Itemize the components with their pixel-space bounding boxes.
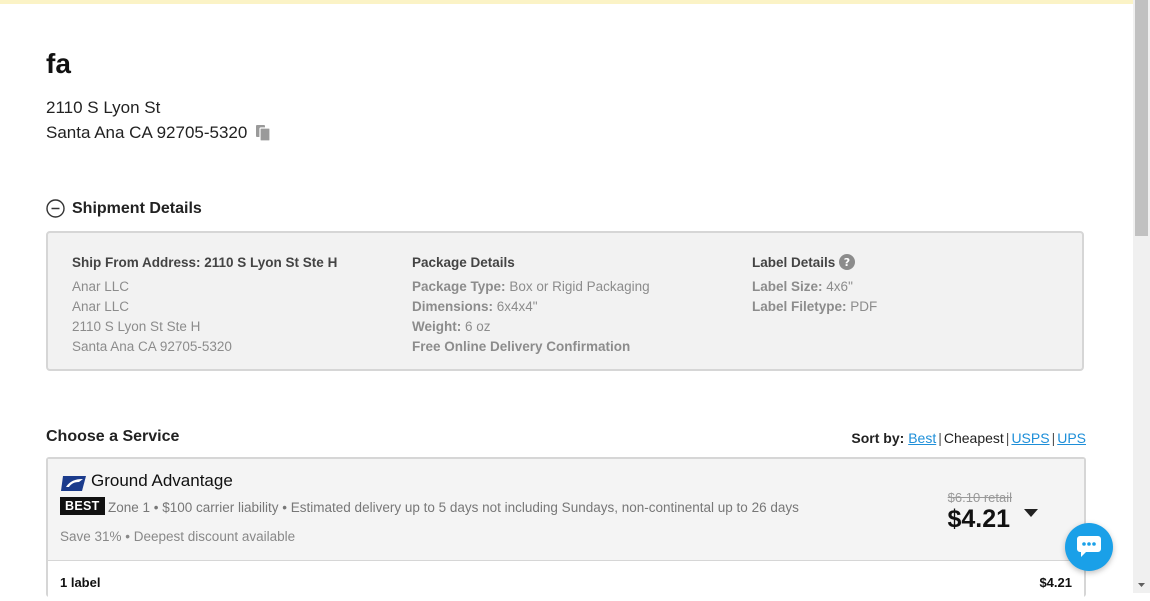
weight-row: Weight: 6 oz (412, 317, 650, 337)
sort-usps-link[interactable]: USPS (1011, 430, 1049, 446)
service-description: Zone 1 • $100 carrier liability • Estima… (108, 500, 799, 515)
service-option-header[interactable]: Ground Advantage BEST Zone 1 • $100 carr… (48, 459, 1084, 560)
recipient-address-line2: Santa Ana CA 92705-5320 (46, 123, 248, 142)
service-option-card[interactable]: Ground Advantage BEST Zone 1 • $100 carr… (46, 457, 1086, 601)
shipment-details-panel: Ship From Address: 2110 S Lyon St Ste H … (46, 231, 1084, 371)
package-details-column: Package Details Package Type: Box or Rig… (412, 251, 650, 357)
weight-label: Weight: (412, 319, 462, 334)
dimensions-value: 6x4x4" (496, 299, 538, 314)
choose-service-title: Choose a Service (46, 428, 180, 445)
sort-cheapest-selected[interactable]: Cheapest (944, 430, 1004, 446)
usps-eagle-icon (61, 475, 87, 492)
retail-price: $6.10 retail (947, 490, 1012, 505)
delivery-confirmation: Free Online Delivery Confirmation (412, 339, 631, 354)
package-details-heading: Package Details (412, 254, 515, 270)
ship-from-heading: Ship From Address: 2110 S Lyon St Ste H (72, 254, 338, 270)
dimensions-row: Dimensions: 6x4x4" (412, 297, 650, 317)
shipment-details-title: Shipment Details (72, 199, 202, 217)
svg-text:?: ? (844, 256, 850, 269)
service-price: $4.21 (947, 505, 1010, 533)
ship-from-line: Anar LLC (72, 279, 130, 294)
package-type-row: Package Type: Box or Rigid Packaging (412, 277, 650, 297)
scrollbar-thumb[interactable] (1135, 0, 1148, 236)
ship-from-column: Ship From Address: 2110 S Lyon St Ste H … (72, 251, 337, 357)
label-filetype-label: Label Filetype: (752, 299, 847, 314)
recipient-name: fa (46, 48, 71, 79)
sort-label: Sort by: (851, 430, 905, 446)
ship-from-line: 2110 S Lyon St Ste H (72, 319, 201, 334)
label-size-value: 4x6" (826, 279, 853, 294)
copy-icon[interactable] (254, 124, 272, 142)
ship-from-line: Santa Ana CA 92705-5320 (72, 339, 232, 354)
sort-ups-link[interactable]: UPS (1057, 430, 1086, 446)
sort-separator: | (938, 430, 942, 446)
scroll-down-arrow-icon[interactable] (1133, 576, 1150, 593)
caret-down-icon[interactable] (1024, 505, 1038, 517)
chat-button[interactable] (1065, 523, 1113, 571)
label-filetype-value: PDF (850, 299, 878, 314)
package-type-value: Box or Rigid Packaging (509, 279, 650, 294)
recipient-address-line1: 2110 S Lyon St (46, 98, 161, 117)
weight-value: 6 oz (465, 319, 491, 334)
summary-price: $4.21 (1039, 575, 1072, 590)
service-name: Ground Advantage (91, 471, 233, 490)
sort-bar: Sort by: Best | Cheapest | USPS | UPS (851, 430, 1086, 446)
top-notice-strip (0, 0, 1133, 4)
best-badge: BEST (60, 497, 105, 515)
chat-bubble-icon (1077, 536, 1101, 557)
service-savings: Save 31% • Deepest discount available (60, 529, 296, 544)
minus-circle-icon (46, 199, 65, 218)
service-summary-row: 1 label $4.21 (48, 560, 1084, 601)
label-size-row: Label Size: 4x6" (752, 277, 877, 297)
label-details-heading-row: Label Details ? (752, 251, 877, 273)
dimensions-label: Dimensions: (412, 299, 494, 314)
sort-separator: | (1005, 430, 1010, 446)
package-type-label: Package Type: (412, 279, 506, 294)
recipient-address-line2-row: Santa Ana CA 92705-5320 (46, 123, 272, 143)
sort-separator: | (1051, 430, 1056, 446)
label-details-column: Label Details ? Label Size: 4x6" Label F… (752, 251, 877, 317)
label-details-heading: Label Details (752, 254, 836, 270)
label-size-label: Label Size: (752, 279, 823, 294)
label-count: 1 label (60, 575, 101, 590)
shipment-details-toggle[interactable]: Shipment Details (46, 199, 202, 218)
label-filetype-row: Label Filetype: PDF (752, 297, 877, 317)
ship-from-line: Anar LLC (72, 299, 130, 314)
sort-best-link[interactable]: Best (908, 430, 936, 446)
question-icon[interactable]: ? (839, 254, 856, 270)
